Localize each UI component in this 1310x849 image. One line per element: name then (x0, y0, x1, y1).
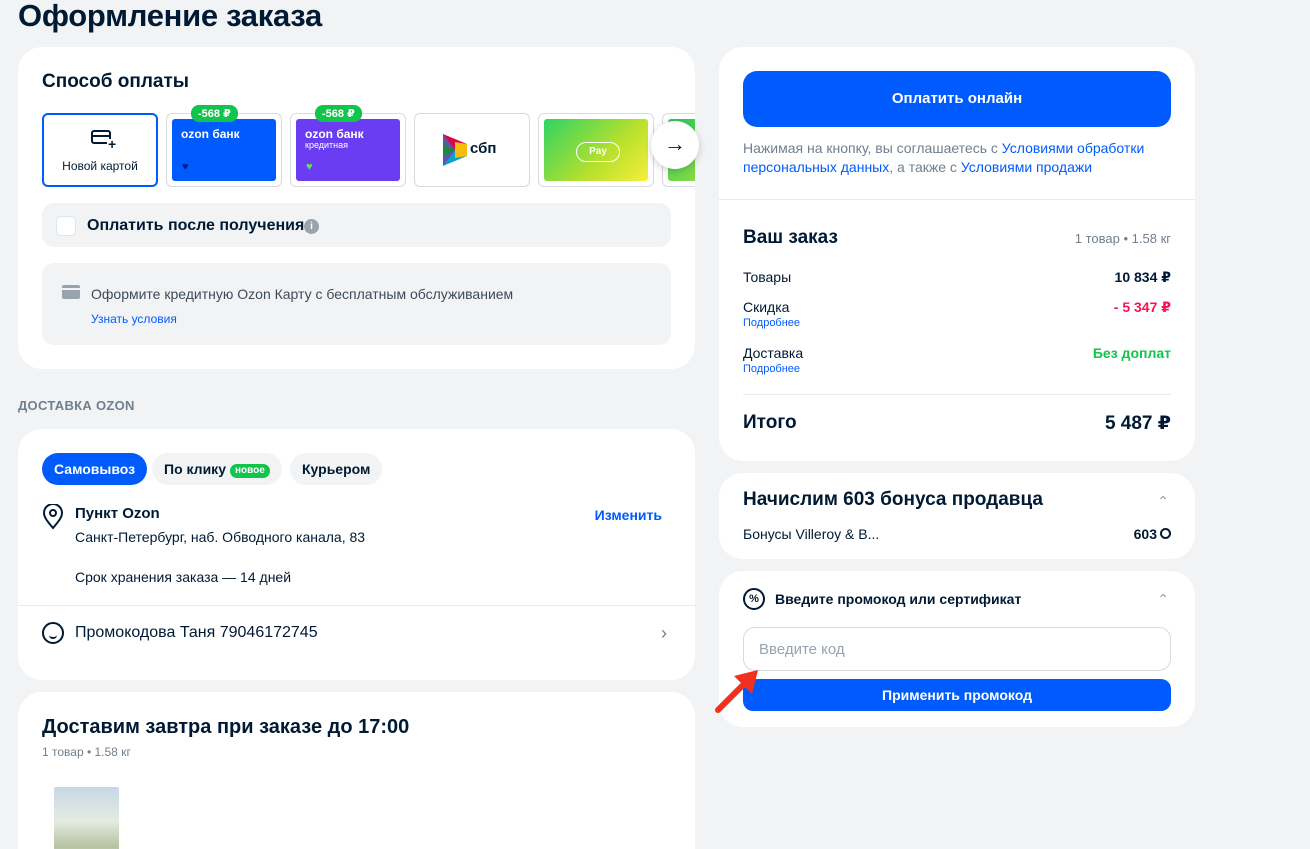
divider (743, 394, 1171, 395)
tab-label: Самовывоз (54, 461, 136, 477)
pickup-address: Санкт-Петербург, наб. Обводного канала, … (75, 529, 366, 545)
apply-promo-button[interactable]: Применить промокод (743, 679, 1171, 711)
promo-card: % Введите промокод или сертификат ⌃ Прим… (719, 571, 1195, 727)
payment-card: Способ оплаты + Новой картой ozon банк ♥… (18, 47, 695, 369)
pay-after-label: Оплатить после получения (87, 217, 305, 234)
payment-methods: + Новой картой ozon банк ♥ ozon банк кре… (42, 113, 695, 187)
order-meta: 1 товар • 1.58 кг (1074, 231, 1171, 246)
promo-code-input[interactable] (743, 627, 1171, 671)
bank-sub: кредитная (305, 140, 349, 150)
credit-offer-text: Оформите кредитную Ozon Карту с бесплатн… (91, 286, 514, 302)
tab-pickup[interactable]: Самовывоз (42, 453, 148, 485)
checkout-card: Оплатить онлайн Нажимая на кнопку, вы со… (719, 47, 1195, 461)
arrow-right-icon[interactable]: → (651, 121, 699, 169)
pay-label: Pay (576, 142, 620, 162)
bank-name: ozon банк (305, 127, 364, 141)
discount-details-link[interactable]: Подробнее (743, 317, 800, 329)
sbp-logo-icon (443, 134, 467, 166)
tab-label: По клику (164, 461, 226, 477)
pay-after-checkbox[interactable] (56, 216, 76, 236)
shipping-details-link[interactable]: Подробнее (743, 363, 800, 375)
divider (18, 605, 695, 606)
tab-by-click[interactable]: По клику новое (152, 453, 282, 485)
order-title: Ваш заказ (743, 227, 838, 248)
discount-badge: -568 ₽ (191, 105, 238, 122)
delivery-card: Самовывоз По клику новое Курьером Пункт O… (18, 429, 695, 680)
goods-label: Товары (743, 269, 792, 285)
pay-online-button[interactable]: Оплатить онлайн (743, 71, 1171, 127)
shipment-meta: 1 товар • 1.58 кг (42, 745, 131, 759)
tab-courier[interactable]: Курьером (290, 453, 383, 485)
plus-icon: + (107, 136, 118, 152)
total-value: 5 487 ₽ (1104, 413, 1171, 434)
bank-name: ozon банк (181, 127, 240, 141)
consent-text-2: , а также с (889, 159, 961, 175)
bonus-label: Бонусы Villeroy & B... (743, 526, 880, 542)
pay-method-ozon-bank[interactable]: ozon банк ♥ (166, 113, 282, 187)
pay-card-face: Pay (544, 119, 648, 181)
pay-method-label: Новой картой (62, 159, 138, 173)
pay-method-ozon-credit[interactable]: ozon банк кредитная ♥ (290, 113, 406, 187)
credit-offer-link[interactable]: Узнать условия (91, 312, 177, 326)
red-arrow-icon (715, 670, 758, 713)
divider (719, 199, 1195, 200)
sale-terms-link[interactable]: Условиями продажи (961, 159, 1092, 175)
payment-title: Способ оплаты (42, 71, 189, 92)
pay-after-option[interactable]: Оплатить после получения i (42, 203, 671, 247)
sbp-label: сбп (470, 140, 497, 157)
chevron-right-icon: › (661, 623, 667, 643)
storage-period: Срок хранения заказа — 14 дней (75, 569, 292, 585)
credit-card-face: ozon банк кредитная ♥ (296, 119, 400, 181)
recipient-name: Промокодова Таня 79046172745 (75, 624, 318, 641)
heart-icon: ♥ (182, 161, 189, 173)
info-icon[interactable]: i (304, 219, 319, 234)
bonus-value: 603 (1133, 526, 1157, 542)
location-pin-icon (42, 504, 64, 530)
consent-text-1: Нажимая на кнопку, вы соглашаетесь с (743, 140, 1002, 156)
consent-text: Нажимая на кнопку, вы соглашаетесь с Усл… (743, 139, 1173, 177)
new-badge: новое (229, 464, 270, 478)
bank-card-face: ozon банк ♥ (172, 119, 276, 181)
shipment-title: Доставим завтра при заказе до 17:00 (42, 716, 410, 738)
pay-method-new-card[interactable]: + Новой картой (42, 113, 158, 187)
shipment-card: Доставим завтра при заказе до 17:00 1 то… (18, 692, 695, 849)
change-pickup-button[interactable]: Изменить (595, 507, 662, 523)
percent-icon: % (743, 588, 765, 610)
pay-method-pay[interactable]: Pay (538, 113, 654, 187)
total-label: Итого (743, 412, 797, 433)
credit-offer: Оформите кредитную Ozon Карту с бесплатн… (42, 263, 671, 345)
page-title: Оформление заказа (18, 0, 322, 33)
heart-icon: ♥ (306, 161, 313, 173)
bonus-title: Начислим 603 бонуса продавца (743, 489, 1043, 510)
chevron-up-icon[interactable]: ⌃ (1157, 591, 1169, 608)
tab-label: Курьером (302, 461, 371, 477)
shipping-value: Без доплат (1092, 345, 1171, 361)
discount-value: - 5 347 ₽ (1113, 299, 1171, 315)
bonus-coin-icon (1160, 528, 1171, 539)
discount-badge: -568 ₽ (315, 105, 362, 122)
shipping-label: Доставка (743, 345, 804, 361)
bonus-card: Начислим 603 бонуса продавца ⌃ Бонусы Vi… (719, 473, 1195, 559)
delivery-section-label: ДОСТАВКА OZON (18, 398, 135, 413)
pickup-point-title: Пункт Ozon (75, 505, 160, 522)
promo-title: Введите промокод или сертификат (775, 591, 1022, 607)
chevron-up-icon[interactable]: ⌃ (1157, 493, 1169, 510)
credit-card-icon (62, 285, 80, 299)
product-thumbnail[interactable] (54, 787, 119, 849)
pay-method-sbp[interactable]: сбп (414, 113, 530, 187)
goods-value: 10 834 ₽ (1114, 269, 1171, 285)
smile-icon (42, 622, 64, 644)
discount-label: Скидка (743, 299, 790, 315)
